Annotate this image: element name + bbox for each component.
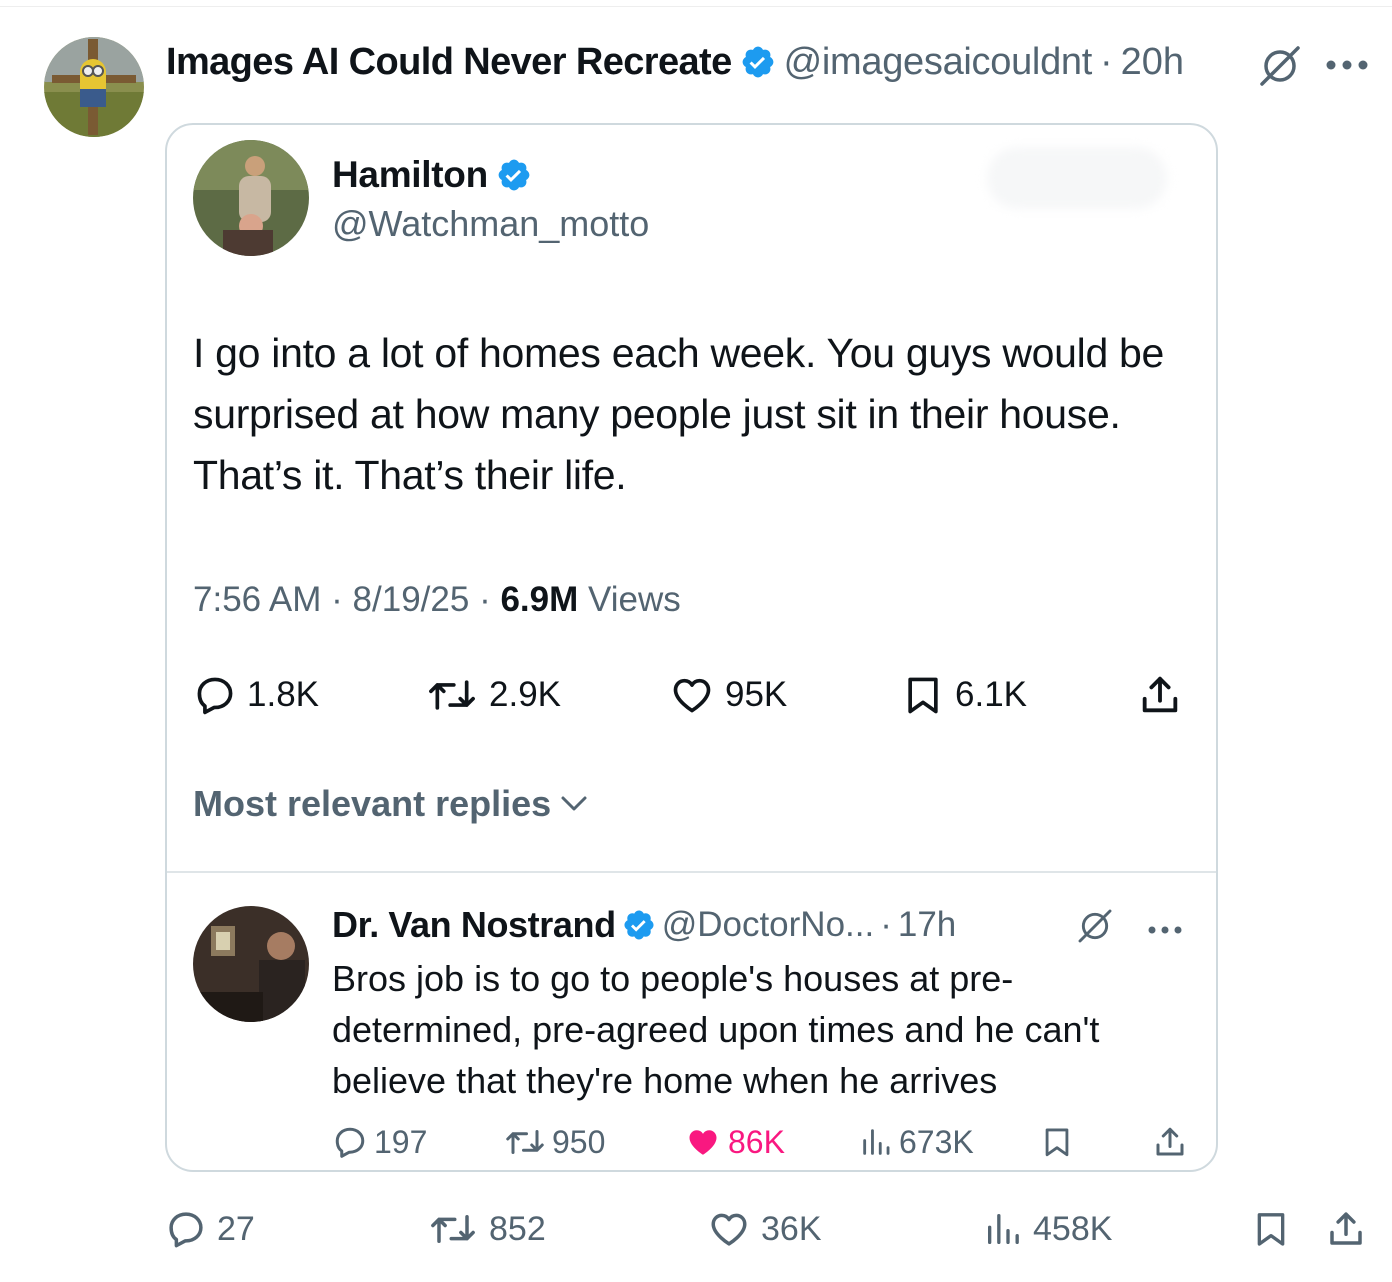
heart-filled-icon (689, 1130, 717, 1155)
avatar[interactable] (193, 140, 309, 256)
share-button[interactable] (1137, 665, 1193, 725)
reply-count: 27 (217, 1209, 255, 1248)
quoted-date[interactable]: 8/19/25 (353, 580, 470, 619)
more-options-icon[interactable] (1147, 922, 1183, 940)
separator-dot: · (479, 580, 491, 619)
quoted-author-name[interactable]: Hamilton (332, 154, 488, 196)
verified-badge-icon (622, 908, 656, 942)
grok-icon[interactable] (1075, 907, 1115, 950)
author-handle[interactable]: @imagesaicouldnt (784, 41, 1093, 84)
repost-icon (431, 1215, 475, 1243)
quoted-tweet-text: I go into a lot of homes each week. You … (193, 330, 1165, 498)
verified-badge-icon (740, 44, 776, 80)
like-button[interactable]: 95K (669, 665, 787, 725)
share-icon (1330, 1212, 1362, 1245)
repost-button[interactable]: 950 (504, 1120, 605, 1164)
bookmark-button[interactable]: 6.1K (901, 665, 1027, 725)
like-button[interactable]: 86K (684, 1120, 785, 1164)
repost-button[interactable]: 852 (427, 1200, 546, 1258)
reply-icon (197, 677, 233, 715)
reply-button[interactable]: 1.8K (193, 665, 319, 725)
like-count: 95K (725, 675, 788, 714)
separator-dot: · (880, 905, 892, 944)
repost-icon (506, 1130, 544, 1154)
top-divider (0, 6, 1392, 7)
reply-count: 197 (374, 1123, 428, 1160)
chevron-down-icon (561, 796, 587, 811)
quoted-tweet-meta: 7:56 AM · 8/19/25 · 6.9M Views (193, 580, 681, 620)
share-icon (1142, 676, 1178, 713)
avatar[interactable] (44, 37, 144, 137)
repost-button[interactable]: 2.9K (425, 665, 561, 725)
timestamp[interactable]: 20h (1121, 41, 1184, 84)
replies-sort-dropdown[interactable]: Most relevant replies (193, 783, 589, 825)
share-icon (1156, 1127, 1184, 1156)
quoted-tweet-card[interactable]: Hamilton @Watchman_motto I go into a lot… (165, 123, 1218, 1172)
author-name[interactable]: Images AI Could Never Recreate (166, 41, 732, 84)
views-button[interactable]: 673K (859, 1120, 974, 1164)
reply-icon (169, 1212, 203, 1248)
like-count: 86K (728, 1123, 785, 1160)
repost-count: 2.9K (489, 675, 561, 714)
views-count: 673K (899, 1123, 974, 1160)
verified-badge-icon (496, 157, 532, 193)
reply-text: Bros job is to go to people's houses at … (332, 958, 1100, 1101)
repost-count: 950 (552, 1123, 606, 1160)
views-count: 458K (1033, 1209, 1113, 1248)
reply-author-handle[interactable]: @DoctorNo... (662, 905, 875, 945)
repost-count: 852 (489, 1209, 546, 1248)
reply-icon (335, 1127, 365, 1158)
more-options-icon[interactable] (1325, 58, 1369, 76)
quoted-author-row: Hamilton (332, 153, 532, 197)
views-label: Views (588, 580, 681, 619)
minion-scarecrow-avatar-image (44, 37, 144, 137)
repost-icon (429, 680, 475, 710)
reply-author-name[interactable]: Dr. Van Nostrand (332, 904, 616, 946)
bookmark-icon (1045, 1128, 1069, 1157)
reply-button[interactable]: 27 (165, 1200, 255, 1258)
views-chart-icon (863, 1129, 890, 1155)
card-divider (167, 871, 1216, 873)
bookmark-icon (908, 677, 938, 714)
outer-header: Images AI Could Never Recreate @imagesai… (166, 38, 1184, 86)
quoted-time[interactable]: 7:56 AM (193, 580, 321, 619)
quoted-author-handle[interactable]: @Watchman_motto (332, 203, 649, 245)
bookmark-icon (1257, 1213, 1285, 1246)
bookmark-button[interactable] (1040, 1120, 1080, 1164)
heart-icon (711, 1213, 747, 1246)
views-chart-icon (988, 1214, 1019, 1244)
share-button[interactable] (1152, 1120, 1194, 1164)
share-button[interactable] (1325, 1200, 1377, 1258)
reply-header: Dr. Van Nostrand @DoctorNo... · 17h (332, 899, 956, 951)
like-count: 36K (761, 1209, 822, 1248)
reply-action-bar: 197 950 86K 673K (332, 1120, 1192, 1164)
grok-icon[interactable] (1256, 44, 1304, 93)
blurred-follow-button (987, 147, 1167, 209)
avatar[interactable] (193, 906, 309, 1022)
outer-action-bar: 27 852 36K 458K (165, 1200, 1375, 1258)
replies-sort-label: Most relevant replies (193, 783, 552, 824)
views-count: 6.9M (500, 580, 579, 619)
like-button[interactable]: 36K (707, 1200, 822, 1258)
man-carrying-child-avatar-image (193, 140, 309, 256)
bookmark-count: 6.1K (955, 675, 1027, 714)
heart-icon (673, 678, 711, 713)
separator-dot: · (331, 580, 343, 619)
bookmark-button[interactable] (1251, 1200, 1301, 1258)
views-button[interactable]: 458K (983, 1200, 1112, 1258)
reply-button[interactable]: 197 (332, 1120, 427, 1164)
scene-still-avatar-image (193, 906, 309, 1022)
quoted-action-bar: 1.8K 2.9K 95K 6.1K (193, 665, 1193, 725)
reply-count: 1.8K (247, 675, 319, 714)
separator-dot: · (1100, 40, 1113, 83)
reply-timestamp[interactable]: 17h (898, 905, 956, 945)
